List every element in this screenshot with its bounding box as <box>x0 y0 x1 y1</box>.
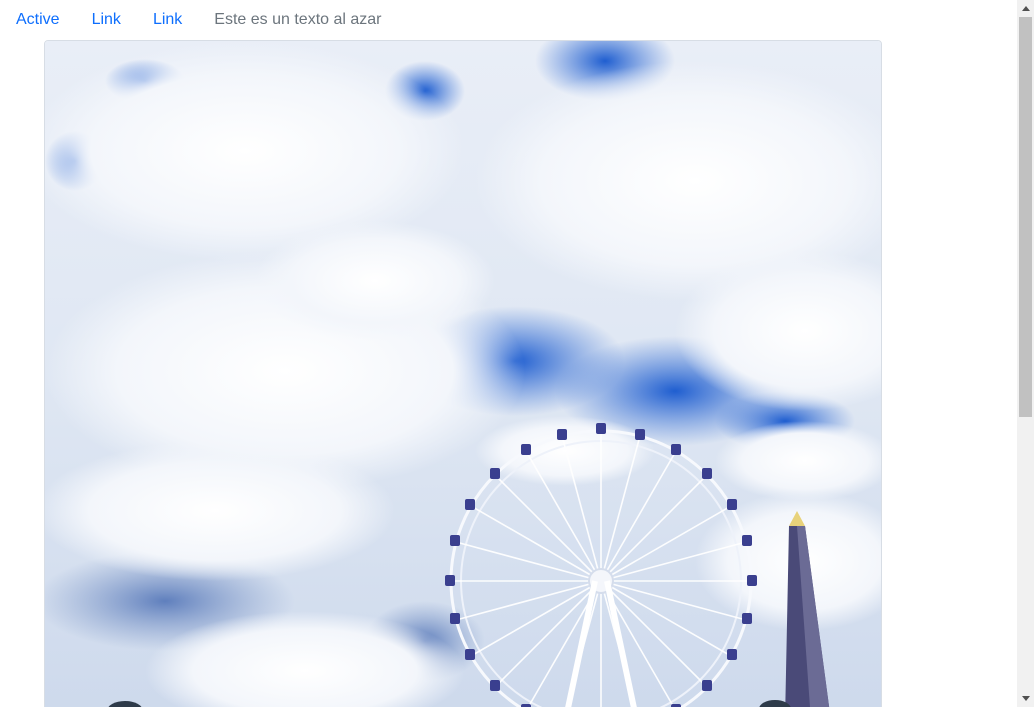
ferris-wheel-photo <box>45 41 881 707</box>
nav-link-active[interactable]: Active <box>0 0 76 40</box>
scroll-down-arrow-icon[interactable] <box>1017 690 1034 707</box>
page: Active Link Link Este es un texto al aza… <box>0 0 1034 707</box>
photo-card <box>44 40 882 707</box>
nav-link-1[interactable]: Link <box>76 0 137 40</box>
scroll-up-arrow-icon[interactable] <box>1017 0 1034 17</box>
nav-link-2[interactable]: Link <box>137 0 198 40</box>
top-nav: Active Link Link Este es un texto al aza… <box>0 0 398 40</box>
nav-random-text: Este es un texto al azar <box>214 11 382 28</box>
vertical-scrollbar[interactable] <box>1017 0 1034 707</box>
scroll-thumb[interactable] <box>1019 17 1032 417</box>
